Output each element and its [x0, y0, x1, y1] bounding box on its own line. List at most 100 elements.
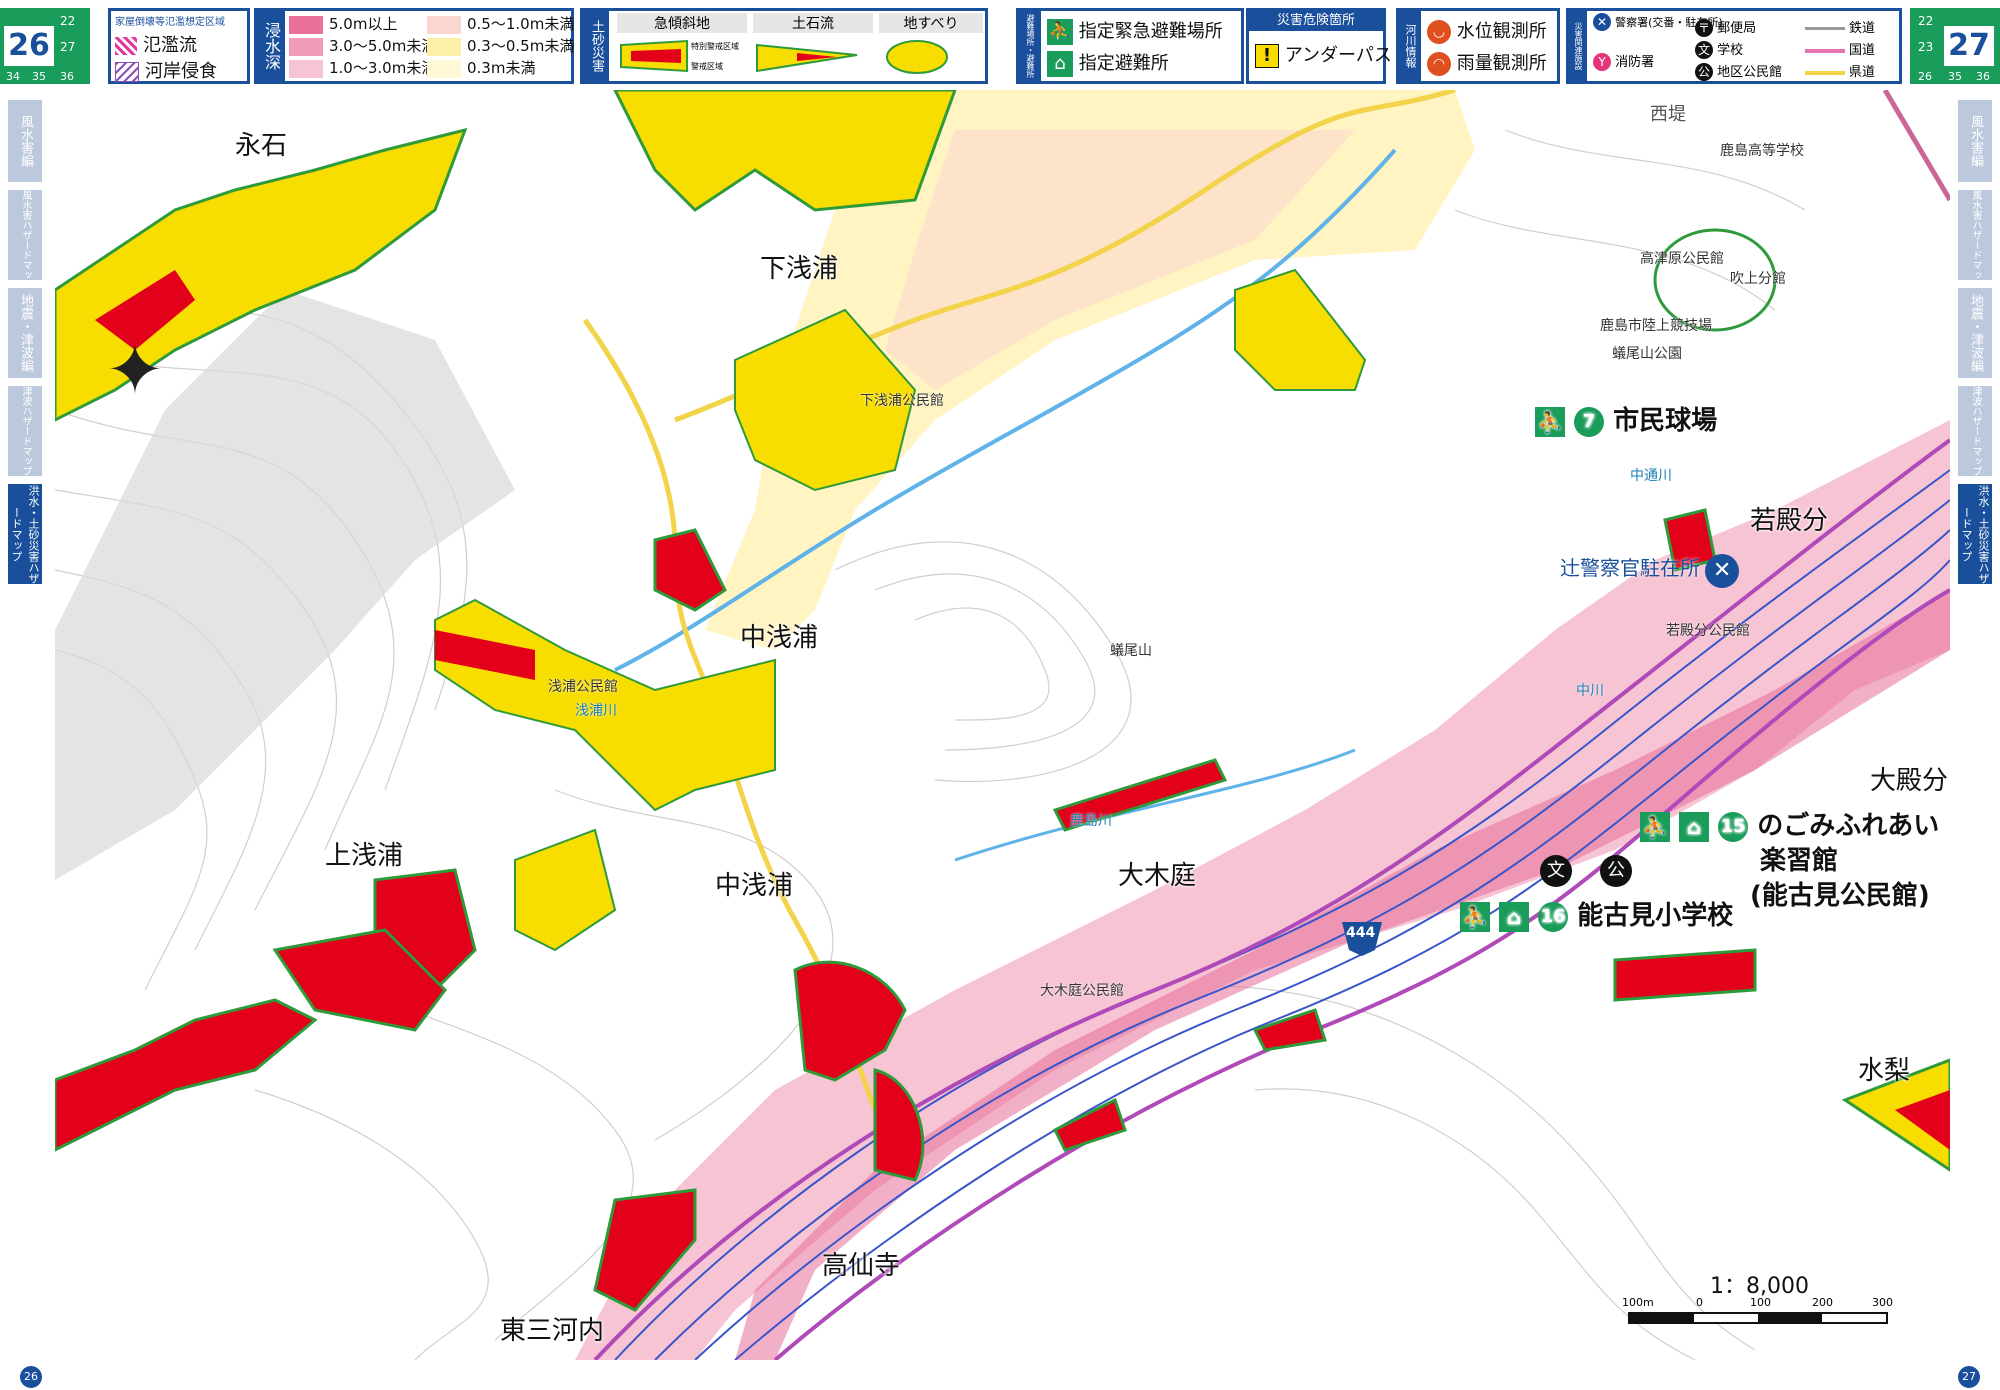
road-item-rail: 鉄道	[1805, 17, 1875, 36]
left-side-tab-2[interactable]: 風水害ハザードマップ	[8, 190, 42, 280]
left-side-tab-5[interactable]: 洪水・土砂災害ハザードマップ	[8, 484, 42, 584]
label-asaura-hall: 浅浦公民館	[548, 679, 618, 695]
legend-overflow-item: 氾濫流	[115, 31, 197, 57]
scale-tick-2: 100	[1750, 1296, 1771, 1309]
sediment-header-debris: 土石流	[753, 13, 873, 33]
danger-item-underpass: ! アンダーパス	[1255, 41, 1392, 68]
legend-river: 河川情報 ◡ 水位観測所 ◠ 雨量観測所	[1396, 8, 1560, 84]
left-page-subtab-2[interactable]: 27	[60, 40, 75, 54]
right-page-subtab-4[interactable]: 35	[1948, 70, 1962, 83]
left-side-tab-1[interactable]: 風水害編	[8, 100, 42, 182]
facility-item-post: 〒 郵便局	[1695, 17, 1756, 37]
right-page-subtab-2[interactable]: 23	[1918, 40, 1933, 54]
left-page-subtab-1[interactable]: 22	[60, 14, 75, 28]
label-fukiage-branch: 吹上分館	[1730, 271, 1786, 287]
police-icon: ✕	[1593, 13, 1611, 31]
place-kami-asaura: 上浅浦	[325, 841, 404, 871]
legend-flood-zone: 家屋倒壊等氾濫想定区域 氾濫流 河岸侵食	[108, 8, 250, 84]
compass-icon: ✦	[105, 329, 165, 411]
river-item-level: ◡ 水位観測所	[1427, 17, 1547, 44]
right-page-subtab-5[interactable]: 36	[1976, 70, 1990, 83]
right-side-tab-3[interactable]: 地震・津波編	[1958, 288, 1992, 378]
road-item-national: 国道	[1805, 39, 1875, 58]
legend-facilities-title: 災害関連施設	[1569, 11, 1587, 81]
place-naka-asaura-2: 中浅浦	[715, 871, 794, 901]
legend-danger-title: 災害危険箇所	[1249, 11, 1383, 31]
scale-tick-0: 100m	[1622, 1296, 1654, 1309]
label-kashima-river: 鹿島川	[1070, 813, 1112, 829]
left-side-tab-3[interactable]: 地震・津波編	[8, 288, 42, 378]
school-icon: 文	[1695, 41, 1713, 59]
depth-item-0: 5.0m以上	[289, 13, 397, 34]
emergency-shelter-icon: ⛹	[1460, 901, 1490, 932]
river-label-rain: 雨量観測所	[1456, 53, 1547, 74]
erosion-swatch	[115, 62, 139, 82]
right-side-tab-4[interactable]: 津波ハザードマップ	[1958, 386, 1992, 476]
depth-item-3: 0.5〜1.0m未満	[427, 13, 574, 34]
sediment-zone-warning-label: 警戒区域	[691, 62, 723, 71]
label-kashima-high: 鹿島高等学校	[1720, 143, 1804, 159]
page-number-right: 27	[1958, 1366, 1980, 1388]
legend-facilities: 災害関連施設 ✕ 警察署(交番・駐在所) Y 消防署 〒 郵便局 文 学校 公 …	[1566, 8, 1902, 84]
label-asaura-river: 浅浦川	[575, 703, 617, 719]
place-odonobun: 大殿分	[1870, 766, 1949, 796]
left-page-subtab-5[interactable]: 36	[60, 70, 74, 83]
depth-label-5: 0.3m未満	[467, 59, 536, 77]
legend-sediment: 土砂災害 急傾斜地 土石流 地すべり 特別警戒区域 警戒区域	[580, 8, 988, 84]
facility-nogomi-fureai[interactable]: ⛹ ⌂ 15 のごみふれあい	[1640, 805, 1939, 842]
scale-bar	[1628, 1312, 1888, 1324]
facility-number-badge: 7	[1574, 406, 1605, 437]
right-side-tab-5[interactable]: 洪水・土砂災害ハザードマップ	[1958, 484, 1992, 584]
left-page-tab-number: 26	[4, 26, 54, 66]
facility-nogomi-fureai-line3: (能古見公民館)	[1750, 881, 1930, 911]
police-box[interactable]: 辻警察官駐在所 ✕	[1560, 552, 1740, 588]
evac-item-emergency: ⛹ 指定緊急避難場所	[1047, 17, 1223, 45]
police-icon: ✕	[1705, 553, 1740, 588]
facility-item-school: 文 学校	[1695, 39, 1743, 59]
overflow-swatch	[115, 37, 137, 55]
water-level-icon: ◡	[1427, 20, 1451, 44]
label-mountain: 蟻尾山	[1110, 643, 1152, 659]
scale-tick-3: 200	[1812, 1296, 1833, 1309]
river-label-level: 水位観測所	[1456, 21, 1547, 42]
legend-erosion-item: 河岸侵食	[115, 57, 217, 83]
depth-label-4: 0.3〜0.5m未満	[467, 37, 575, 55]
label-athletic-field: 鹿島市陸上競技場	[1600, 318, 1712, 334]
depth-item-4: 0.3〜0.5m未満	[427, 35, 574, 56]
evac-label-emergency: 指定緊急避難場所	[1078, 21, 1223, 42]
depth-label-0: 5.0m以上	[329, 15, 398, 33]
left-side-tab-4[interactable]: 津波ハザードマップ	[8, 386, 42, 476]
shelter-icon: ⌂	[1679, 811, 1710, 842]
left-page-subtab-4[interactable]: 35	[32, 70, 46, 83]
right-page-subtab-3[interactable]: 26	[1918, 70, 1932, 83]
facility-label-fire: 消防署	[1615, 55, 1655, 70]
facility-baseball-stadium[interactable]: ⛹ 7 市民球場	[1535, 400, 1717, 437]
label-arioyama-park: 蟻尾山公園	[1612, 346, 1682, 362]
place-kosenji: 高仙寺	[822, 1251, 901, 1281]
map-canvas	[55, 90, 1950, 1360]
facility-name: 市民球場	[1613, 406, 1718, 436]
right-page-subtab-1[interactable]: 22	[1918, 14, 1933, 28]
scale-tick-4: 300	[1872, 1296, 1893, 1309]
right-side-tab-1[interactable]: 風水害編	[1958, 100, 1992, 182]
facility-nogomi-elementary[interactable]: ⛹ ⌂ 16 能古見小学校	[1460, 895, 1733, 932]
left-page-subtab-3[interactable]: 34	[6, 70, 20, 83]
place-higashi-sangawachi: 東三河内	[500, 1316, 605, 1346]
label-takatsubaru-hall: 高津原公民館	[1640, 251, 1724, 267]
road-label-national: 国道	[1849, 43, 1876, 58]
scale-tick-1: 0	[1696, 1296, 1703, 1309]
depth-label-1: 3.0〜5.0m未満	[329, 37, 437, 55]
depth-label-3: 0.5〜1.0m未満	[467, 15, 575, 33]
road-item-prefectural: 県道	[1805, 61, 1875, 80]
page-number-left: 26	[20, 1366, 42, 1388]
community-hall-icon: 公	[1695, 63, 1713, 81]
depth-item-5: 0.3m未満	[427, 57, 535, 78]
map-area[interactable]: ✦	[55, 90, 1950, 1360]
label-naka-river: 中川	[1576, 683, 1604, 699]
right-side-tab-2[interactable]: 風水害ハザードマップ	[1936, 190, 1992, 280]
road-label-rail: 鉄道	[1849, 21, 1876, 36]
sediment-zone-special-label: 特別警戒区域	[691, 42, 739, 51]
emergency-shelter-icon: ⛹	[1535, 406, 1565, 437]
post-office-icon: 〒	[1695, 19, 1713, 37]
emergency-shelter-icon: ⛹	[1047, 19, 1073, 45]
